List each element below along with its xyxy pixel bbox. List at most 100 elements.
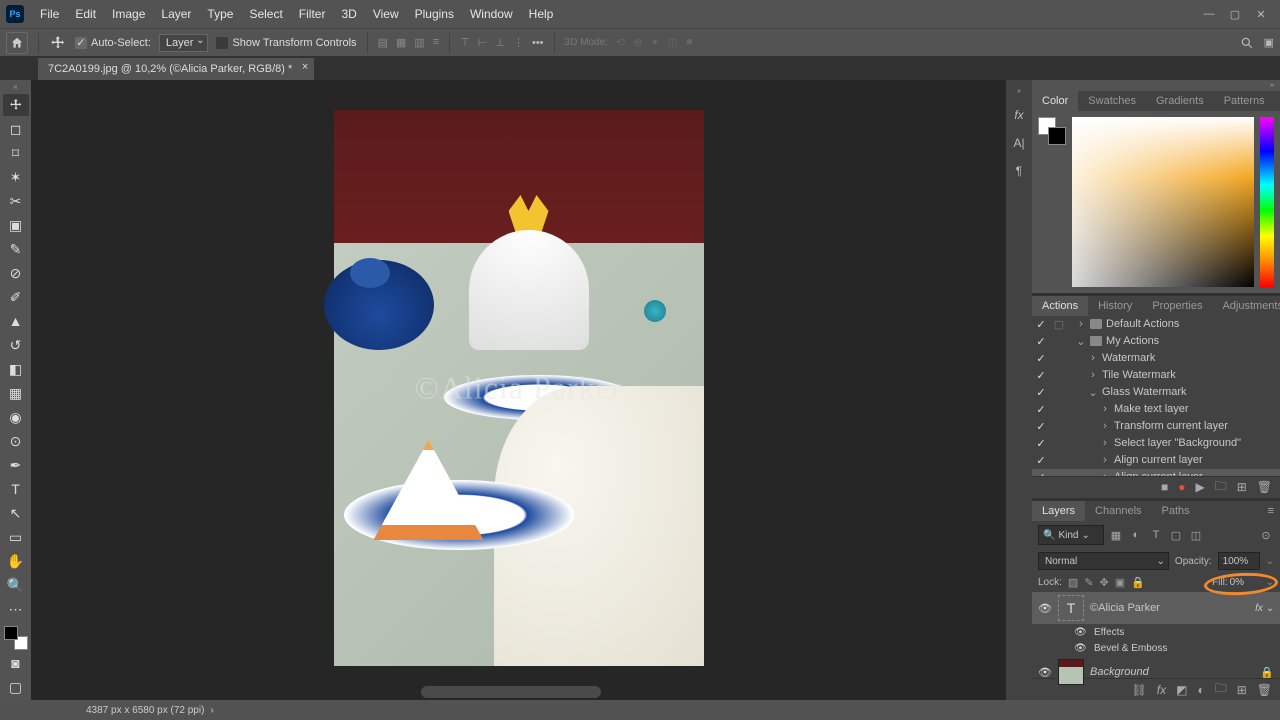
stop-action-icon[interactable]: ■	[1161, 480, 1168, 494]
crop-tool[interactable]: ✂	[3, 190, 29, 212]
action-glass-watermark[interactable]: ✓⌄Glass Watermark	[1032, 384, 1280, 401]
action-step-0[interactable]: ✓›Make text layer	[1032, 401, 1280, 418]
layer-thumbnail[interactable]	[1058, 659, 1084, 685]
3d-camera-icon[interactable]: ■	[686, 36, 693, 49]
menu-help[interactable]: Help	[521, 7, 562, 21]
filter-smart-icon[interactable]: ◫	[1188, 527, 1204, 543]
expand-dock-icon[interactable]: »	[1017, 88, 1021, 95]
eyedropper-tool[interactable]: ✎	[3, 238, 29, 260]
align-right-icon[interactable]: ▥	[414, 36, 424, 49]
lock-position-icon[interactable]: ✥	[1100, 576, 1109, 589]
status-menu-icon[interactable]: ›	[210, 705, 213, 716]
align-left-icon[interactable]: ▤	[378, 36, 388, 49]
workspace-switcher-icon[interactable]: ▣	[1264, 36, 1274, 50]
hue-slider[interactable]	[1260, 117, 1274, 287]
paragraph-panel-icon[interactable]: ¶	[1011, 163, 1027, 179]
tab-history[interactable]: History	[1088, 296, 1142, 316]
distribute-vcenter-icon[interactable]: ⊢	[478, 36, 488, 49]
color-panel-menu-icon[interactable]: ≡	[1275, 95, 1280, 107]
quick-mask-icon[interactable]: ◙	[3, 652, 29, 674]
layer-filter-kind-dropdown[interactable]: 🔍Kind ⌄	[1038, 525, 1104, 545]
healing-brush-tool[interactable]: ⊘	[3, 262, 29, 284]
new-set-icon[interactable]: 🗀	[1215, 477, 1227, 498]
menu-window[interactable]: Window	[462, 7, 521, 21]
filter-pixel-icon[interactable]: ▦	[1108, 527, 1124, 543]
shape-tool[interactable]: ▭	[3, 526, 29, 548]
auto-select-checkbox[interactable]: ✓Auto-Select:	[75, 37, 151, 49]
align-justify-icon[interactable]: ≡	[433, 36, 439, 49]
maximize-button[interactable]: ▢	[1228, 7, 1242, 21]
document-dimensions[interactable]: 4387 px x 6580 px (72 ppi)	[86, 705, 204, 716]
screen-mode-icon[interactable]: ▢	[3, 676, 29, 698]
pen-tool[interactable]: ✒	[3, 454, 29, 476]
canvas-area[interactable]: ©Alicia Parker	[31, 80, 1006, 700]
tab-channels[interactable]: Channels	[1085, 501, 1151, 521]
delete-layer-icon[interactable]: 🗑	[1257, 683, 1272, 697]
distribute-more-icon[interactable]: ⋮	[513, 36, 524, 49]
blur-tool[interactable]: ◉	[3, 406, 29, 428]
tab-patterns[interactable]: Patterns	[1214, 91, 1275, 111]
align-center-h-icon[interactable]: ▦	[396, 36, 406, 49]
action-step-4[interactable]: ✓›Align current layer	[1032, 469, 1280, 476]
marquee-tool[interactable]: ◻	[3, 118, 29, 140]
close-window-button[interactable]: ✕	[1254, 7, 1268, 21]
type-tool[interactable]: T	[3, 478, 29, 500]
filter-toggle-icon[interactable]: ⊙	[1258, 527, 1274, 543]
horizontal-scrollbar[interactable]	[421, 686, 601, 698]
action-watermark[interactable]: ✓›Watermark	[1032, 350, 1280, 367]
move-tool[interactable]	[3, 94, 29, 116]
quick-select-tool[interactable]: ✶	[3, 166, 29, 188]
collapse-toolbar-icon[interactable]: «	[7, 84, 25, 92]
lock-all-icon[interactable]: 🔒	[1131, 576, 1145, 589]
group-layers-icon[interactable]: 🗀	[1215, 679, 1227, 700]
hand-tool[interactable]: ✋	[3, 550, 29, 572]
effects-row[interactable]: 👁Effects	[1032, 624, 1280, 640]
fx-badge[interactable]: fx ⌄	[1255, 603, 1274, 614]
lock-transparency-icon[interactable]: ▨	[1068, 576, 1078, 589]
layer-text-watermark[interactable]: 👁 T ©Alicia Parker fx ⌄	[1032, 592, 1280, 624]
bevel-emboss-row[interactable]: 👁Bevel & Emboss	[1032, 640, 1280, 656]
3d-scale-icon[interactable]: ◫	[668, 36, 678, 49]
play-action-icon[interactable]: ▶	[1195, 480, 1204, 494]
frame-tool[interactable]: ▣	[3, 214, 29, 236]
action-step-1[interactable]: ✓›Transform current layer	[1032, 418, 1280, 435]
blend-mode-dropdown[interactable]: Normal	[1038, 552, 1169, 570]
menu-3d[interactable]: 3D	[333, 7, 364, 21]
tab-properties[interactable]: Properties	[1142, 296, 1212, 316]
character-panel-icon[interactable]: A|	[1011, 135, 1027, 151]
menu-plugins[interactable]: Plugins	[407, 7, 462, 21]
menu-select[interactable]: Select	[241, 7, 290, 21]
auto-select-target-dropdown[interactable]: Layer	[159, 34, 209, 52]
tab-actions[interactable]: Actions	[1032, 296, 1088, 316]
lock-pixels-icon[interactable]: ✎	[1084, 576, 1093, 589]
dodge-tool[interactable]: ⊙	[3, 430, 29, 452]
3d-move-icon[interactable]: ✦	[650, 36, 659, 49]
menu-file[interactable]: File	[32, 7, 67, 21]
visibility-toggle-icon[interactable]: 👁	[1038, 666, 1052, 679]
layer-mask-icon[interactable]: ◩	[1176, 683, 1187, 697]
layer-thumbnail[interactable]: T	[1058, 595, 1084, 621]
document-tab[interactable]: 7C2A0199.jpg @ 10,2% (©Alicia Parker, RG…	[38, 58, 314, 80]
tab-paths[interactable]: Paths	[1152, 501, 1200, 521]
document-canvas[interactable]: ©Alicia Parker	[334, 110, 704, 666]
fx-panel-icon[interactable]: fx	[1011, 107, 1027, 123]
menu-image[interactable]: Image	[104, 7, 153, 21]
minimize-button[interactable]: —	[1202, 7, 1216, 21]
action-step-3[interactable]: ✓›Align current layer	[1032, 452, 1280, 469]
lock-artboard-icon[interactable]: ▣	[1115, 576, 1125, 589]
tab-gradients[interactable]: Gradients	[1146, 91, 1214, 111]
foreground-background-colors[interactable]	[4, 626, 28, 650]
brush-tool[interactable]: ✐	[3, 286, 29, 308]
show-transform-checkbox[interactable]: Show Transform Controls	[216, 37, 356, 49]
action-tile-watermark[interactable]: ✓›Tile Watermark	[1032, 367, 1280, 384]
filter-shape-icon[interactable]: ▢	[1168, 527, 1184, 543]
filter-adjust-icon[interactable]: ◐	[1128, 527, 1144, 543]
tab-swatches[interactable]: Swatches	[1078, 91, 1146, 111]
color-picker-field[interactable]	[1072, 117, 1254, 287]
search-icon[interactable]	[1240, 36, 1254, 50]
record-action-icon[interactable]: ●	[1178, 480, 1185, 494]
tab-color[interactable]: Color	[1032, 91, 1078, 111]
home-button[interactable]	[6, 32, 28, 54]
visibility-toggle-icon[interactable]: 👁	[1038, 602, 1052, 615]
layer-fx-icon[interactable]: fx	[1157, 683, 1166, 697]
